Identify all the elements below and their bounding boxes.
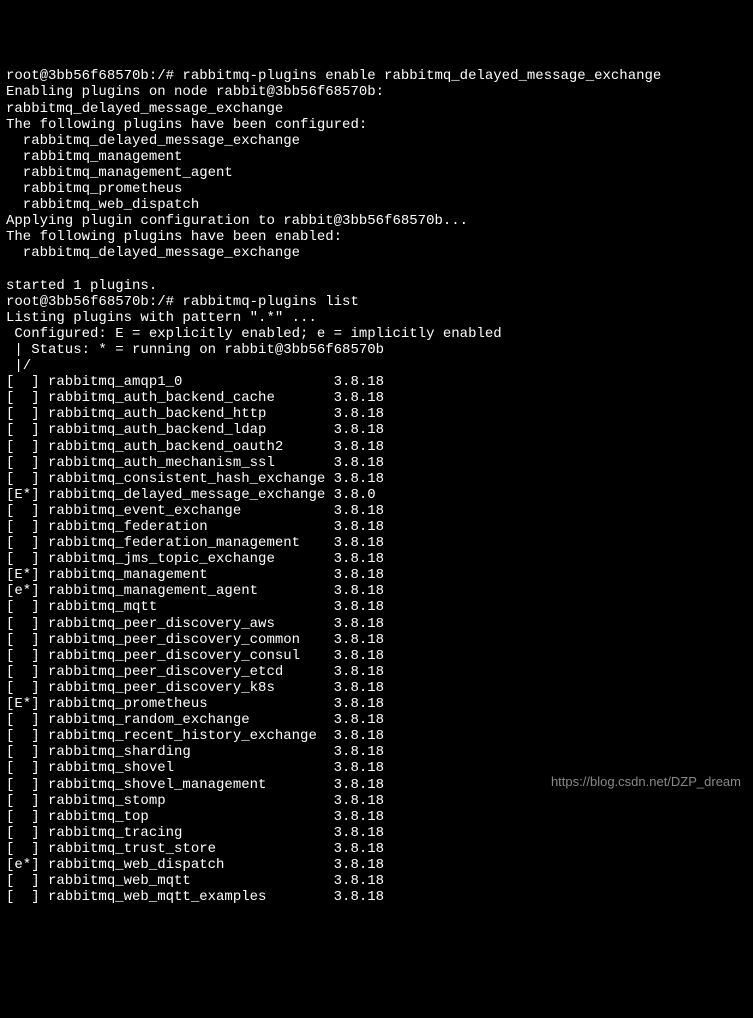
terminal-line: Configured: E = explicitly enabled; e = … — [6, 326, 747, 342]
terminal-line: The following plugins have been enabled: — [6, 229, 747, 245]
terminal-line: rabbitmq_delayed_message_exchange — [6, 245, 747, 261]
terminal-line: [ ] rabbitmq_tracing 3.8.18 — [6, 825, 747, 841]
terminal-line: [ ] rabbitmq_peer_discovery_k8s 3.8.18 — [6, 680, 747, 696]
terminal-line: [ ] rabbitmq_auth_backend_oauth2 3.8.18 — [6, 439, 747, 455]
terminal-line: root@3bb56f68570b:/# rabbitmq-plugins en… — [6, 68, 747, 84]
terminal-line: [e*] rabbitmq_web_dispatch 3.8.18 — [6, 857, 747, 873]
terminal-line: [ ] rabbitmq_amqp1_0 3.8.18 — [6, 374, 747, 390]
terminal-line: [ ] rabbitmq_jms_topic_exchange 3.8.18 — [6, 551, 747, 567]
terminal-line: [E*] rabbitmq_delayed_message_exchange 3… — [6, 487, 747, 503]
terminal-line: |/ — [6, 358, 747, 374]
terminal-line: rabbitmq_management — [6, 149, 747, 165]
terminal-line: | Status: * = running on rabbit@3bb56f68… — [6, 342, 747, 358]
terminal-line: [ ] rabbitmq_auth_mechanism_ssl 3.8.18 — [6, 455, 747, 471]
terminal-line: [ ] rabbitmq_top 3.8.18 — [6, 809, 747, 825]
terminal-line: Listing plugins with pattern ".*" ... — [6, 310, 747, 326]
terminal-line: rabbitmq_management_agent — [6, 165, 747, 181]
terminal-line: [ ] rabbitmq_stomp 3.8.18 — [6, 793, 747, 809]
terminal-line: [ ] rabbitmq_recent_history_exchange 3.8… — [6, 728, 747, 744]
terminal-line: [ ] rabbitmq_mqtt 3.8.18 — [6, 599, 747, 615]
terminal-line: [ ] rabbitmq_auth_backend_cache 3.8.18 — [6, 390, 747, 406]
terminal-line: [E*] rabbitmq_prometheus 3.8.18 — [6, 696, 747, 712]
terminal-line: rabbitmq_delayed_message_exchange — [6, 133, 747, 149]
terminal-line: [ ] rabbitmq_consistent_hash_exchange 3.… — [6, 471, 747, 487]
terminal-line: [ ] rabbitmq_trust_store 3.8.18 — [6, 841, 747, 857]
terminal-line: [ ] rabbitmq_federation_management 3.8.1… — [6, 535, 747, 551]
terminal-line: [ ] rabbitmq_web_mqtt_examples 3.8.18 — [6, 889, 747, 905]
terminal-line: Enabling plugins on node rabbit@3bb56f68… — [6, 84, 747, 100]
terminal-line: rabbitmq_delayed_message_exchange — [6, 101, 747, 117]
terminal-line: [ ] rabbitmq_event_exchange 3.8.18 — [6, 503, 747, 519]
terminal-line: Applying plugin configuration to rabbit@… — [6, 213, 747, 229]
terminal-line: root@3bb56f68570b:/# rabbitmq-plugins li… — [6, 294, 747, 310]
terminal-line — [6, 262, 747, 278]
terminal-line: [e*] rabbitmq_management_agent 3.8.18 — [6, 583, 747, 599]
terminal-line: [ ] rabbitmq_auth_backend_http 3.8.18 — [6, 406, 747, 422]
terminal-line: rabbitmq_prometheus — [6, 181, 747, 197]
terminal-line: [ ] rabbitmq_random_exchange 3.8.18 — [6, 712, 747, 728]
terminal-line: [ ] rabbitmq_auth_backend_ldap 3.8.18 — [6, 422, 747, 438]
terminal-line: [ ] rabbitmq_peer_discovery_common 3.8.1… — [6, 632, 747, 648]
terminal-line: The following plugins have been configur… — [6, 117, 747, 133]
terminal-line: [ ] rabbitmq_web_mqtt 3.8.18 — [6, 873, 747, 889]
terminal-line: [ ] rabbitmq_peer_discovery_consul 3.8.1… — [6, 648, 747, 664]
terminal-line: [ ] rabbitmq_federation 3.8.18 — [6, 519, 747, 535]
terminal-line: [E*] rabbitmq_management 3.8.18 — [6, 567, 747, 583]
terminal-line: [ ] rabbitmq_peer_discovery_etcd 3.8.18 — [6, 664, 747, 680]
terminal-line: [ ] rabbitmq_sharding 3.8.18 — [6, 744, 747, 760]
terminal-line: [ ] rabbitmq_peer_discovery_aws 3.8.18 — [6, 616, 747, 632]
watermark-text: https://blog.csdn.net/DZP_dream — [551, 775, 741, 790]
terminal-line: rabbitmq_web_dispatch — [6, 197, 747, 213]
terminal-line: started 1 plugins. — [6, 278, 747, 294]
